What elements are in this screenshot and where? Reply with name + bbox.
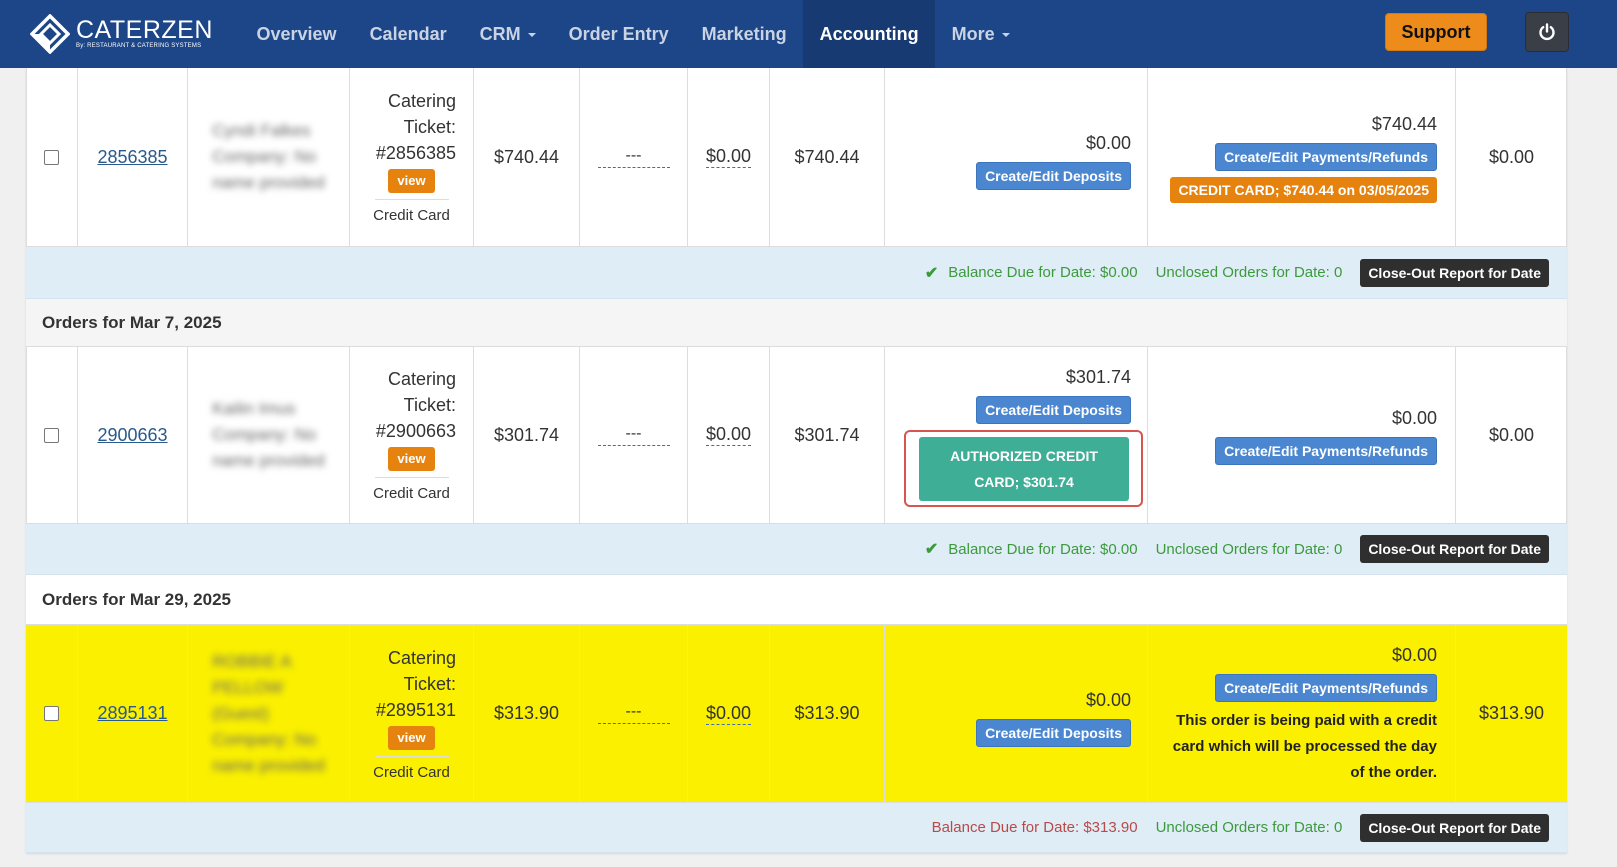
create-edit-deposits-button[interactable]: Create/Edit Deposits — [976, 162, 1131, 190]
caret-down-icon — [527, 33, 536, 37]
order-total: $740.44 — [493, 146, 560, 167]
create-edit-deposits-button[interactable]: Create/Edit Deposits — [976, 395, 1131, 424]
tip-amount[interactable]: $0.00 — [705, 424, 752, 446]
balance-due-summary: Balance Due for Date: $0.00 — [948, 540, 1138, 558]
date-group-header: Orders for Mar 7, 2025 — [26, 299, 1567, 347]
order-checkbox[interactable] — [44, 149, 59, 165]
create-edit-payments-button[interactable]: Create/Edit Payments/Refunds — [1215, 437, 1437, 465]
checkmark-icon: ✔ — [924, 264, 939, 282]
unclosed-orders-summary: Unclosed Orders for Date: 0 — [1155, 819, 1343, 836]
balance-due-summary: Balance Due for Date: $0.00 — [948, 264, 1138, 281]
nav-calendar[interactable]: Calendar — [353, 0, 463, 68]
editable-field[interactable]: --- — [597, 425, 670, 446]
brand-tagline: By: RESTAURANT & CATERING SYSTEMS — [76, 43, 202, 49]
tip-amount[interactable]: $0.00 — [705, 703, 752, 725]
editable-field[interactable]: --- — [597, 147, 670, 168]
table-row: 2856385 Cyndi Falkes Company: No name pr… — [26, 68, 1567, 247]
ticket-info: Catering Ticket: #2895131 view Credit Ca… — [373, 647, 456, 781]
order-total: $313.90 — [493, 703, 560, 723]
deposit-amount: $0.00 — [1085, 689, 1131, 710]
caret-down-icon — [1001, 33, 1010, 37]
divider — [374, 199, 449, 200]
deposit-amount: $301.74 — [1065, 366, 1131, 387]
payment-method: Credit Card — [373, 763, 450, 781]
checkmark-icon: ✔ — [924, 541, 939, 558]
grand-total: $301.74 — [794, 424, 860, 445]
nav-order-entry[interactable]: Order Entry — [552, 0, 685, 68]
balance-due: $313.90 — [1478, 703, 1545, 723]
view-ticket-button[interactable]: view — [388, 725, 435, 750]
main-nav: Overview Calendar CRM Order Entry Market… — [240, 0, 1026, 68]
support-button[interactable]: Support — [1385, 13, 1487, 51]
close-out-report-button[interactable]: Close-Out Report for Date — [1360, 535, 1549, 563]
create-edit-payments-button[interactable]: Create/Edit Payments/Refunds — [1215, 673, 1437, 702]
payment-note: This order is being paid with a credit c… — [1172, 711, 1437, 781]
balance-due: $0.00 — [1488, 146, 1535, 167]
highlight-outline: AUTHORIZED CREDIT CARD; $301.74 — [904, 429, 1143, 507]
payments-amount: $0.00 — [1391, 408, 1437, 428]
close-out-report-button[interactable]: Close-Out Report for Date — [1360, 813, 1549, 842]
nav-accounting[interactable]: Accounting — [803, 0, 936, 68]
ticket-info: Catering Ticket: #2900663 view Credit Ca… — [373, 369, 456, 502]
order-number-link[interactable]: 2856385 — [97, 147, 167, 168]
power-icon — [1539, 23, 1555, 41]
grand-total: $740.44 — [794, 146, 860, 167]
close-out-report-button[interactable]: Close-Out Report for Date — [1360, 258, 1549, 287]
unclosed-orders-summary: Unclosed Orders for Date: 0 — [1155, 264, 1343, 281]
view-ticket-button[interactable]: view — [388, 447, 435, 471]
tip-amount[interactable]: $0.00 — [705, 146, 752, 168]
customer-info: Cyndi Falkes Company: No name provided — [212, 121, 325, 192]
customer-info: ROBBIE A PELLOW (Guest) Company: No name… — [212, 651, 325, 775]
divider — [374, 755, 449, 757]
caterzen-logo[interactable]: CATERZEN By: RESTAURANT & CATERING SYSTE… — [30, 12, 220, 56]
payments-amount: $0.00 — [1391, 644, 1437, 665]
grand-total: $313.90 — [794, 703, 860, 723]
brand-name: CATERZEN — [76, 16, 213, 44]
create-edit-deposits-button[interactable]: Create/Edit Deposits — [976, 718, 1131, 747]
create-edit-payments-button[interactable]: Create/Edit Payments/Refunds — [1215, 143, 1437, 171]
authorized-credit-card-badge: AUTHORIZED CREDIT CARD; $301.74 — [919, 436, 1129, 501]
divider — [374, 477, 449, 478]
editable-field[interactable]: --- — [597, 703, 670, 724]
payments-amount: $740.44 — [1371, 114, 1437, 134]
payment-status-badge: CREDIT CARD; $740.44 on 03/05/2025 — [1170, 177, 1437, 203]
customer-info: Kailin Imus Company: No name provided — [212, 399, 325, 470]
nav-crm[interactable]: CRM — [463, 0, 552, 68]
order-checkbox[interactable] — [44, 427, 59, 443]
deposit-amount: $0.00 — [1085, 133, 1131, 153]
nav-marketing[interactable]: Marketing — [685, 0, 803, 68]
table-row: 2895131 ROBBIE A PELLOW (Guest) Company:… — [26, 625, 1567, 803]
ticket-info: Catering Ticket: #2856385 view Credit Ca… — [373, 91, 456, 224]
view-ticket-button[interactable]: view — [388, 169, 435, 193]
table-row: 2900663 Kailin Imus Company: No name pro… — [26, 347, 1567, 524]
top-navbar: CATERZEN By: RESTAURANT & CATERING SYSTE… — [0, 0, 1617, 68]
order-number-link[interactable]: 2895131 — [97, 703, 167, 724]
date-summary-bar: Balance Due for Date: $313.90 Unclosed O… — [26, 803, 1567, 853]
order-checkbox[interactable] — [44, 706, 59, 721]
balance-due-summary: Balance Due for Date: $313.90 — [931, 819, 1138, 836]
unclosed-orders-summary: Unclosed Orders for Date: 0 — [1155, 540, 1343, 558]
payment-method: Credit Card — [373, 485, 450, 502]
order-number-link[interactable]: 2900663 — [97, 425, 167, 446]
nav-more[interactable]: More — [935, 0, 1026, 68]
order-total: $301.74 — [493, 424, 560, 445]
nav-overview[interactable]: Overview — [240, 0, 353, 68]
logout-button[interactable] — [1525, 12, 1569, 52]
caterzen-logo-icon — [30, 14, 70, 54]
date-summary-bar: ✔ Balance Due for Date: $0.00 Unclosed Or… — [26, 524, 1567, 575]
balance-due: $0.00 — [1488, 424, 1535, 445]
date-summary-bar: ✔ Balance Due for Date: $0.00 Unclosed Or… — [26, 247, 1567, 299]
date-group-header: Orders for Mar 29, 2025 — [26, 575, 1567, 625]
payment-method: Credit Card — [373, 207, 450, 224]
